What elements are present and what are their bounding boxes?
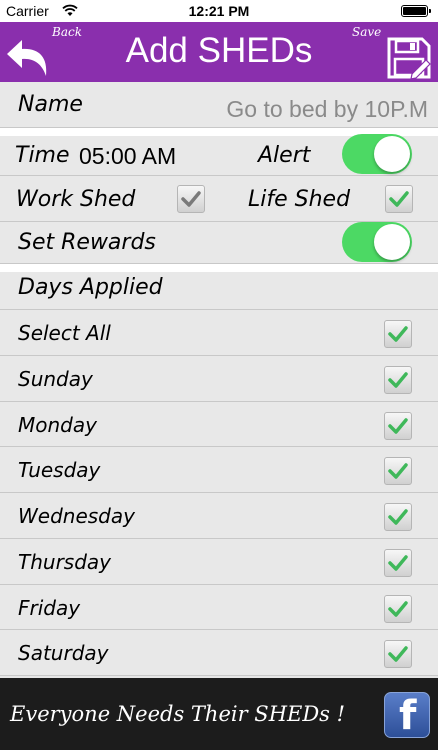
day-checkbox[interactable] (384, 411, 412, 440)
time-alert-row: Time 05:00 AM Alert (0, 134, 438, 176)
footer-slogan: Everyone Needs Their SHEDs ! (10, 702, 346, 726)
time-picker[interactable]: 05:00 AM (79, 143, 176, 170)
name-row[interactable]: Name Go to bed by 10P.M (0, 82, 438, 128)
alert-label: Alert (258, 143, 311, 168)
day-label: Wednesday (18, 504, 135, 528)
day-label: Saturday (18, 641, 109, 666)
navigation-bar: Back Add SHEDs Save (0, 22, 438, 82)
work-shed-label: Work Shed (16, 187, 136, 212)
day-row[interactable]: Friday (0, 584, 438, 631)
battery-icon (401, 5, 431, 17)
day-checkbox[interactable] (384, 365, 412, 394)
checkmark-icon (388, 646, 408, 662)
day-row[interactable]: Wednesday (0, 493, 438, 539)
toggle-knob (374, 136, 410, 172)
time-label: Time (15, 143, 70, 168)
day-checkbox[interactable] (384, 640, 412, 669)
day-checkbox[interactable] (384, 594, 412, 623)
name-input[interactable]: Go to bed by 10P.M (226, 96, 428, 123)
day-row[interactable]: Sunday (0, 355, 438, 402)
rewards-row: Set Rewards (0, 222, 438, 264)
name-label: Name (18, 92, 83, 117)
checkmark-icon (388, 417, 408, 434)
day-row[interactable]: Tuesday (0, 447, 438, 493)
day-label: Sunday (18, 366, 93, 391)
shed-type-row: Work Shed Life Shed (0, 176, 438, 222)
rewards-toggle[interactable] (342, 222, 412, 262)
checkmark-icon (388, 372, 408, 388)
work-shed-checkbox[interactable] (177, 185, 205, 213)
day-label: Select All (18, 321, 111, 345)
checkmark-icon (388, 509, 408, 525)
day-row[interactable]: Saturday (0, 630, 438, 676)
checkmark-icon (388, 600, 408, 617)
day-row[interactable]: Monday (0, 401, 438, 448)
footer-banner: Everyone Needs Their SHEDs ! f (0, 678, 438, 750)
checkmark-icon (388, 463, 408, 479)
day-label: Tuesday (18, 458, 101, 483)
checkmark-icon (389, 191, 409, 207)
status-time: 12:21 PM (188, 3, 250, 19)
day-row[interactable]: Select All (0, 310, 438, 356)
alert-toggle[interactable] (342, 134, 412, 174)
life-shed-checkbox[interactable] (385, 185, 413, 213)
rewards-label: Set Rewards (18, 230, 156, 255)
day-checkbox[interactable] (384, 320, 412, 348)
days-applied-label: Days Applied (18, 275, 163, 300)
days-applied-header: Days Applied (0, 272, 438, 310)
life-shed-label: Life Shed (248, 187, 351, 212)
day-checkbox[interactable] (384, 503, 412, 531)
day-label: Monday (18, 412, 97, 437)
checkmark-icon (181, 191, 201, 207)
floppy-disk-icon[interactable] (386, 36, 432, 80)
facebook-icon[interactable]: f (384, 692, 430, 738)
toggle-knob (374, 224, 410, 260)
day-checkbox[interactable] (384, 457, 412, 486)
day-label: Friday (18, 595, 81, 620)
checkmark-icon (388, 555, 408, 571)
checkmark-icon (388, 326, 408, 342)
row-gap (0, 264, 438, 272)
day-checkbox[interactable] (384, 548, 412, 577)
facebook-glyph: f (399, 693, 417, 739)
save-caption[interactable]: Save (352, 25, 381, 39)
day-row[interactable]: Thursday (0, 538, 438, 585)
status-bar: Carrier 12:21 PM (0, 0, 438, 22)
day-label: Thursday (18, 549, 111, 574)
